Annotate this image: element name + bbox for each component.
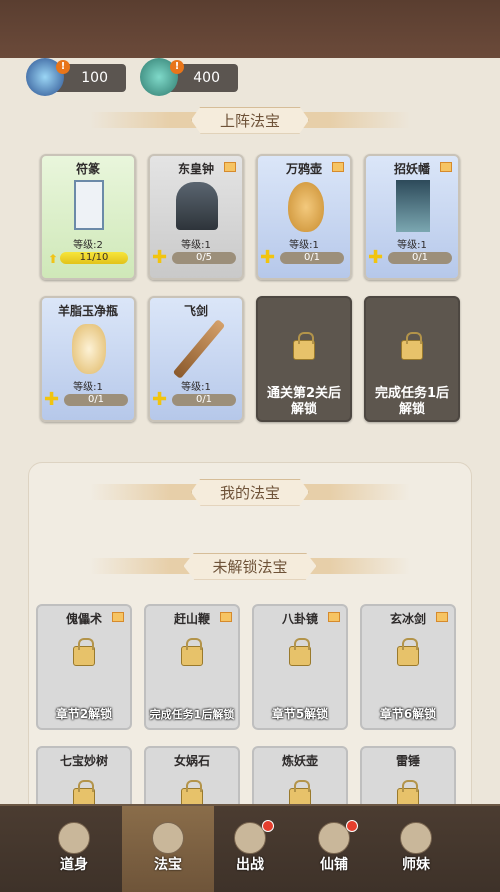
lock-icon bbox=[181, 638, 203, 666]
treasure-icon bbox=[152, 822, 184, 854]
lock-icon bbox=[289, 638, 311, 666]
card-name: 炼妖壶 bbox=[281, 754, 318, 768]
card-name: 女娲石 bbox=[173, 754, 210, 768]
puzzle-piece-icon: ✚ bbox=[260, 247, 276, 268]
unlockable-title: 未解锁法宝 bbox=[183, 552, 317, 580]
nav-label: 道身 bbox=[60, 857, 88, 873]
gourd-icon bbox=[288, 182, 324, 232]
vase-icon bbox=[72, 324, 106, 374]
nav-item-companion[interactable]: 师妹 bbox=[370, 806, 462, 892]
card-progress: 11/10 bbox=[60, 252, 128, 264]
rarity-tag-icon bbox=[332, 162, 344, 172]
rarity-tag-icon bbox=[220, 612, 232, 622]
card-progress: 0/5 bbox=[172, 252, 236, 264]
deployed-title: 上阵法宝 bbox=[190, 106, 309, 134]
rarity-tag-icon bbox=[436, 612, 448, 622]
my-treasures-title: 我的法宝 bbox=[190, 478, 309, 506]
nav-label: 师妹 bbox=[402, 857, 430, 873]
nav-item-shop[interactable]: 仙铺 bbox=[288, 806, 380, 892]
sword-icon bbox=[172, 318, 226, 380]
treasure-card[interactable]: 东皇钟 等级:1 ✚ 0/5 bbox=[148, 154, 244, 280]
scroll-count: 400 bbox=[193, 70, 220, 86]
companion-icon bbox=[400, 822, 432, 854]
puzzle-piece-icon: ✚ bbox=[368, 247, 384, 268]
rarity-tag-icon bbox=[328, 612, 340, 622]
nav-item-body[interactable]: 道身 bbox=[28, 806, 120, 892]
card-level: 等级:2 bbox=[73, 240, 103, 251]
unlockable-card[interactable]: 玄冰剑 章节6解锁 bbox=[360, 604, 456, 730]
treasure-card[interactable]: 符篆 等级:2 ⬆ 11/10 bbox=[40, 154, 136, 280]
body-icon bbox=[58, 822, 90, 854]
unlockable-card[interactable]: 赶山鞭 完成任务1后解锁 bbox=[144, 604, 240, 730]
locked-slot[interactable]: 完成任务1后 解锁 bbox=[364, 296, 460, 422]
rarity-tag-icon bbox=[224, 162, 236, 172]
top-header bbox=[0, 0, 500, 58]
card-progress: 0/1 bbox=[280, 252, 344, 264]
nav-item-treasure[interactable]: 法宝 bbox=[122, 806, 214, 892]
treasure-card[interactable]: 万鸦壶 等级:1 ✚ 0/1 bbox=[256, 154, 352, 280]
card-name: 七宝妙树 bbox=[59, 754, 108, 768]
my-treasures-banner: 我的法宝 bbox=[90, 478, 410, 506]
card-name: 羊脂玉净瓶 bbox=[57, 304, 118, 318]
up-arrow-icon: ⬆ bbox=[48, 252, 59, 266]
card-progress: 0/1 bbox=[388, 252, 452, 264]
card-name: 飞剑 bbox=[183, 304, 208, 318]
rarity-tag-icon bbox=[440, 162, 452, 172]
alert-icon: ! bbox=[56, 60, 70, 74]
notification-dot-icon bbox=[346, 820, 358, 832]
alert-icon: ! bbox=[170, 60, 184, 74]
bell-icon bbox=[176, 182, 218, 230]
nav-label: 仙铺 bbox=[320, 857, 348, 873]
nav-label: 法宝 bbox=[154, 857, 182, 873]
unlock-status: 章节6解锁 bbox=[379, 707, 437, 721]
puzzle-piece-icon: ✚ bbox=[152, 389, 168, 410]
unlock-condition-suffix: 解锁 bbox=[398, 402, 425, 417]
deployed-title-banner: 上阵法宝 bbox=[90, 106, 410, 134]
lock-icon bbox=[397, 638, 419, 666]
treasure-card[interactable]: 羊脂玉净瓶 等级:1 ✚ 0/1 bbox=[40, 296, 136, 422]
rarity-tag-icon bbox=[112, 612, 124, 622]
locked-slot[interactable]: 通关第2关后 解锁 bbox=[256, 296, 352, 422]
nav-label: 出战 bbox=[236, 857, 264, 873]
unlock-condition: 完成任务1后 bbox=[374, 386, 450, 401]
unlockable-banner: 未解锁法宝 bbox=[90, 552, 410, 580]
unlock-condition-suffix: 解锁 bbox=[290, 402, 317, 417]
unlock-condition: 通关第2关后 bbox=[266, 386, 342, 401]
nav-item-battle[interactable]: 出战 bbox=[204, 806, 296, 892]
puzzle-piece-icon: ✚ bbox=[44, 389, 60, 410]
notification-dot-icon bbox=[262, 820, 274, 832]
card-progress: 0/1 bbox=[64, 394, 128, 406]
treasure-card[interactable]: 飞剑 等级:1 ✚ 0/1 bbox=[148, 296, 244, 422]
crystal-count: 100 bbox=[81, 70, 108, 86]
unlock-status: 完成任务1后解锁 bbox=[149, 708, 235, 721]
banner-icon bbox=[396, 180, 430, 232]
unlockable-card[interactable]: 傀儡术 章节2解锁 bbox=[36, 604, 132, 730]
card-name: 雷锤 bbox=[395, 754, 420, 768]
lock-icon bbox=[401, 332, 423, 360]
lock-icon bbox=[73, 638, 95, 666]
card-name: 符篆 bbox=[75, 162, 100, 176]
card-progress: 0/1 bbox=[172, 394, 236, 406]
bottom-nav: 道身 法宝 出战 仙铺 师妹 bbox=[0, 804, 500, 892]
unlock-status: 章节2解锁 bbox=[55, 707, 113, 721]
unlockable-card[interactable]: 八卦镜 章节5解锁 bbox=[252, 604, 348, 730]
puzzle-piece-icon: ✚ bbox=[152, 247, 168, 268]
unlock-status: 章节5解锁 bbox=[271, 707, 329, 721]
lock-icon bbox=[293, 332, 315, 360]
treasure-card[interactable]: 招妖幡 等级:1 ✚ 0/1 bbox=[364, 154, 460, 280]
talisman-icon bbox=[74, 180, 104, 230]
